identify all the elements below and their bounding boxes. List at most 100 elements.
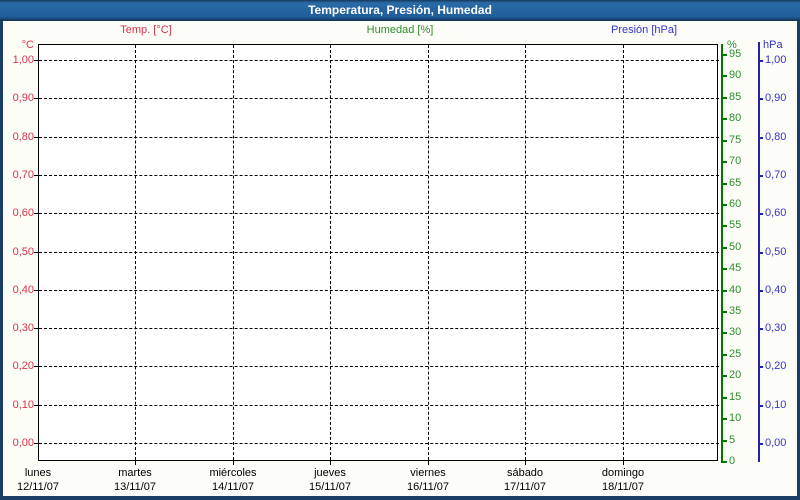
humidity-axis-tick [721,440,727,442]
temp-axis-tick-label: 0,30 [12,322,34,334]
humidity-axis-tick [721,225,727,227]
temp-axis-tick-label: 0,40 [12,284,34,296]
pressure-axis-tick-label: 0,40 [765,284,787,296]
temp-axis-tick-label: 0,90 [12,92,34,104]
v-gridline [330,45,331,460]
humidity-axis-tick-label: 20 [729,369,742,381]
date-label: 12/11/07 [16,481,59,493]
date-label: 13/11/07 [113,481,156,493]
v-gridline [525,45,526,460]
temp-axis-tick-label: 0,80 [12,131,34,143]
humidity-axis-tick [721,397,727,399]
pressure-axis-tick-label: 0,00 [765,437,787,449]
h-gridline [39,405,719,406]
chart-area: °C % hPa 1,00 1,00 0,90 0,90 0,80 0,80 0,70 0,7… [0,0,800,500]
pressure-axis-tick-label: 0,80 [765,131,787,143]
v-gridline [428,45,429,460]
humidity-axis-tick [721,375,727,377]
pressure-axis-tick-label: 0,50 [765,246,787,258]
humidity-axis-tick-label: 35 [729,305,742,317]
humidity-axis-tick [721,290,727,292]
temp-axis-tick [34,366,38,367]
v-gridline [135,45,136,460]
humidity-axis-tick-label: 10 [729,412,742,424]
humidity-axis-tick [721,75,727,77]
x-axis-tick [623,461,624,465]
day-label: domingo [601,467,645,479]
humidity-axis-tick-label: 65 [729,177,742,189]
humidity-axis-tick [721,118,727,120]
humidity-axis-tick-label: 5 [729,434,736,446]
temp-axis-tick [34,405,38,406]
temp-axis-tick [34,443,38,444]
humidity-axis-tick-label: 15 [729,391,742,403]
v-gridline [623,45,624,460]
x-axis-tick [330,461,331,465]
h-gridline [39,328,719,329]
chart-window: Temperatura, Presión, Humedad Temp. [°C]… [0,0,800,500]
humidity-axis-tick-label: 70 [729,155,742,167]
humidity-axis-tick [721,161,727,163]
pressure-axis-tick-label: 0,90 [765,92,787,104]
temp-axis-tick-label: 0,70 [12,169,34,181]
humidity-axis-tick [721,332,727,334]
date-label: 17/11/07 [503,481,546,493]
h-gridline [39,213,719,214]
humidity-axis-tick-label: 0 [729,455,736,467]
temp-axis-tick-label: 0,60 [12,207,34,219]
pressure-axis-tick-label: 1,00 [765,54,787,66]
temp-axis-tick [34,175,38,176]
h-gridline [39,290,719,291]
humidity-axis-tick [721,204,727,206]
h-gridline [39,137,719,138]
humidity-axis-tick-label: 50 [729,241,742,253]
x-axis-tick [233,461,234,465]
humidity-axis-line [721,44,723,462]
temp-axis-tick [34,328,38,329]
h-gridline [39,98,719,99]
humidity-axis-tick [721,247,727,249]
temp-axis-tick-label: 0,00 [12,437,34,449]
pressure-axis-tick-label: 0,60 [765,207,787,219]
humidity-axis-tick-label: 45 [729,262,742,274]
temp-axis-tick [34,213,38,214]
humidity-axis-tick-label: 85 [729,91,742,103]
x-axis-tick [525,461,526,465]
day-label: sábado [506,467,544,479]
humidity-axis-tick [721,140,727,142]
day-label: lunes [24,467,52,479]
temp-axis-tick-label: 1,00 [12,54,34,66]
h-gridline [39,175,719,176]
humidity-axis-tick-label: 25 [729,348,742,360]
pressure-axis-tick-label: 0,10 [765,399,787,411]
date-label: 15/11/07 [308,481,351,493]
humidity-axis-tick-label: 90 [729,69,742,81]
pressure-axis-tick-label: 0,20 [765,360,787,372]
humidity-axis-tick-label: 55 [729,219,742,231]
day-label: miércoles [209,467,257,479]
date-label: 14/11/07 [211,481,254,493]
temp-axis-tick [34,98,38,99]
h-gridline [39,252,719,253]
pressure-axis-tick-label: 0,30 [765,322,787,334]
humidity-axis-tick-label: 80 [729,112,742,124]
pressure-axis-line [758,42,760,462]
humidity-axis-tick-label: 60 [729,198,742,210]
temp-axis-tick-label: 0,10 [12,399,34,411]
humidity-axis-tick [721,183,727,185]
v-gridline [233,45,234,460]
humidity-axis-tick [721,54,727,56]
humidity-axis-tick [721,354,727,356]
day-label: jueves [314,467,346,479]
temp-axis-tick [34,137,38,138]
humidity-axis-tick-label: 40 [729,284,742,296]
h-gridline [39,366,719,367]
humidity-axis-tick-label: 30 [729,326,742,338]
humidity-axis-tick-label: 95 [729,48,742,60]
x-axis-tick [428,461,429,465]
temp-axis-tick [34,252,38,253]
humidity-axis-tick [721,418,727,420]
humidity-axis-tick [721,311,727,313]
pressure-axis-tick-label: 0,70 [765,169,787,181]
temp-axis-tick-label: 0,50 [12,246,34,258]
